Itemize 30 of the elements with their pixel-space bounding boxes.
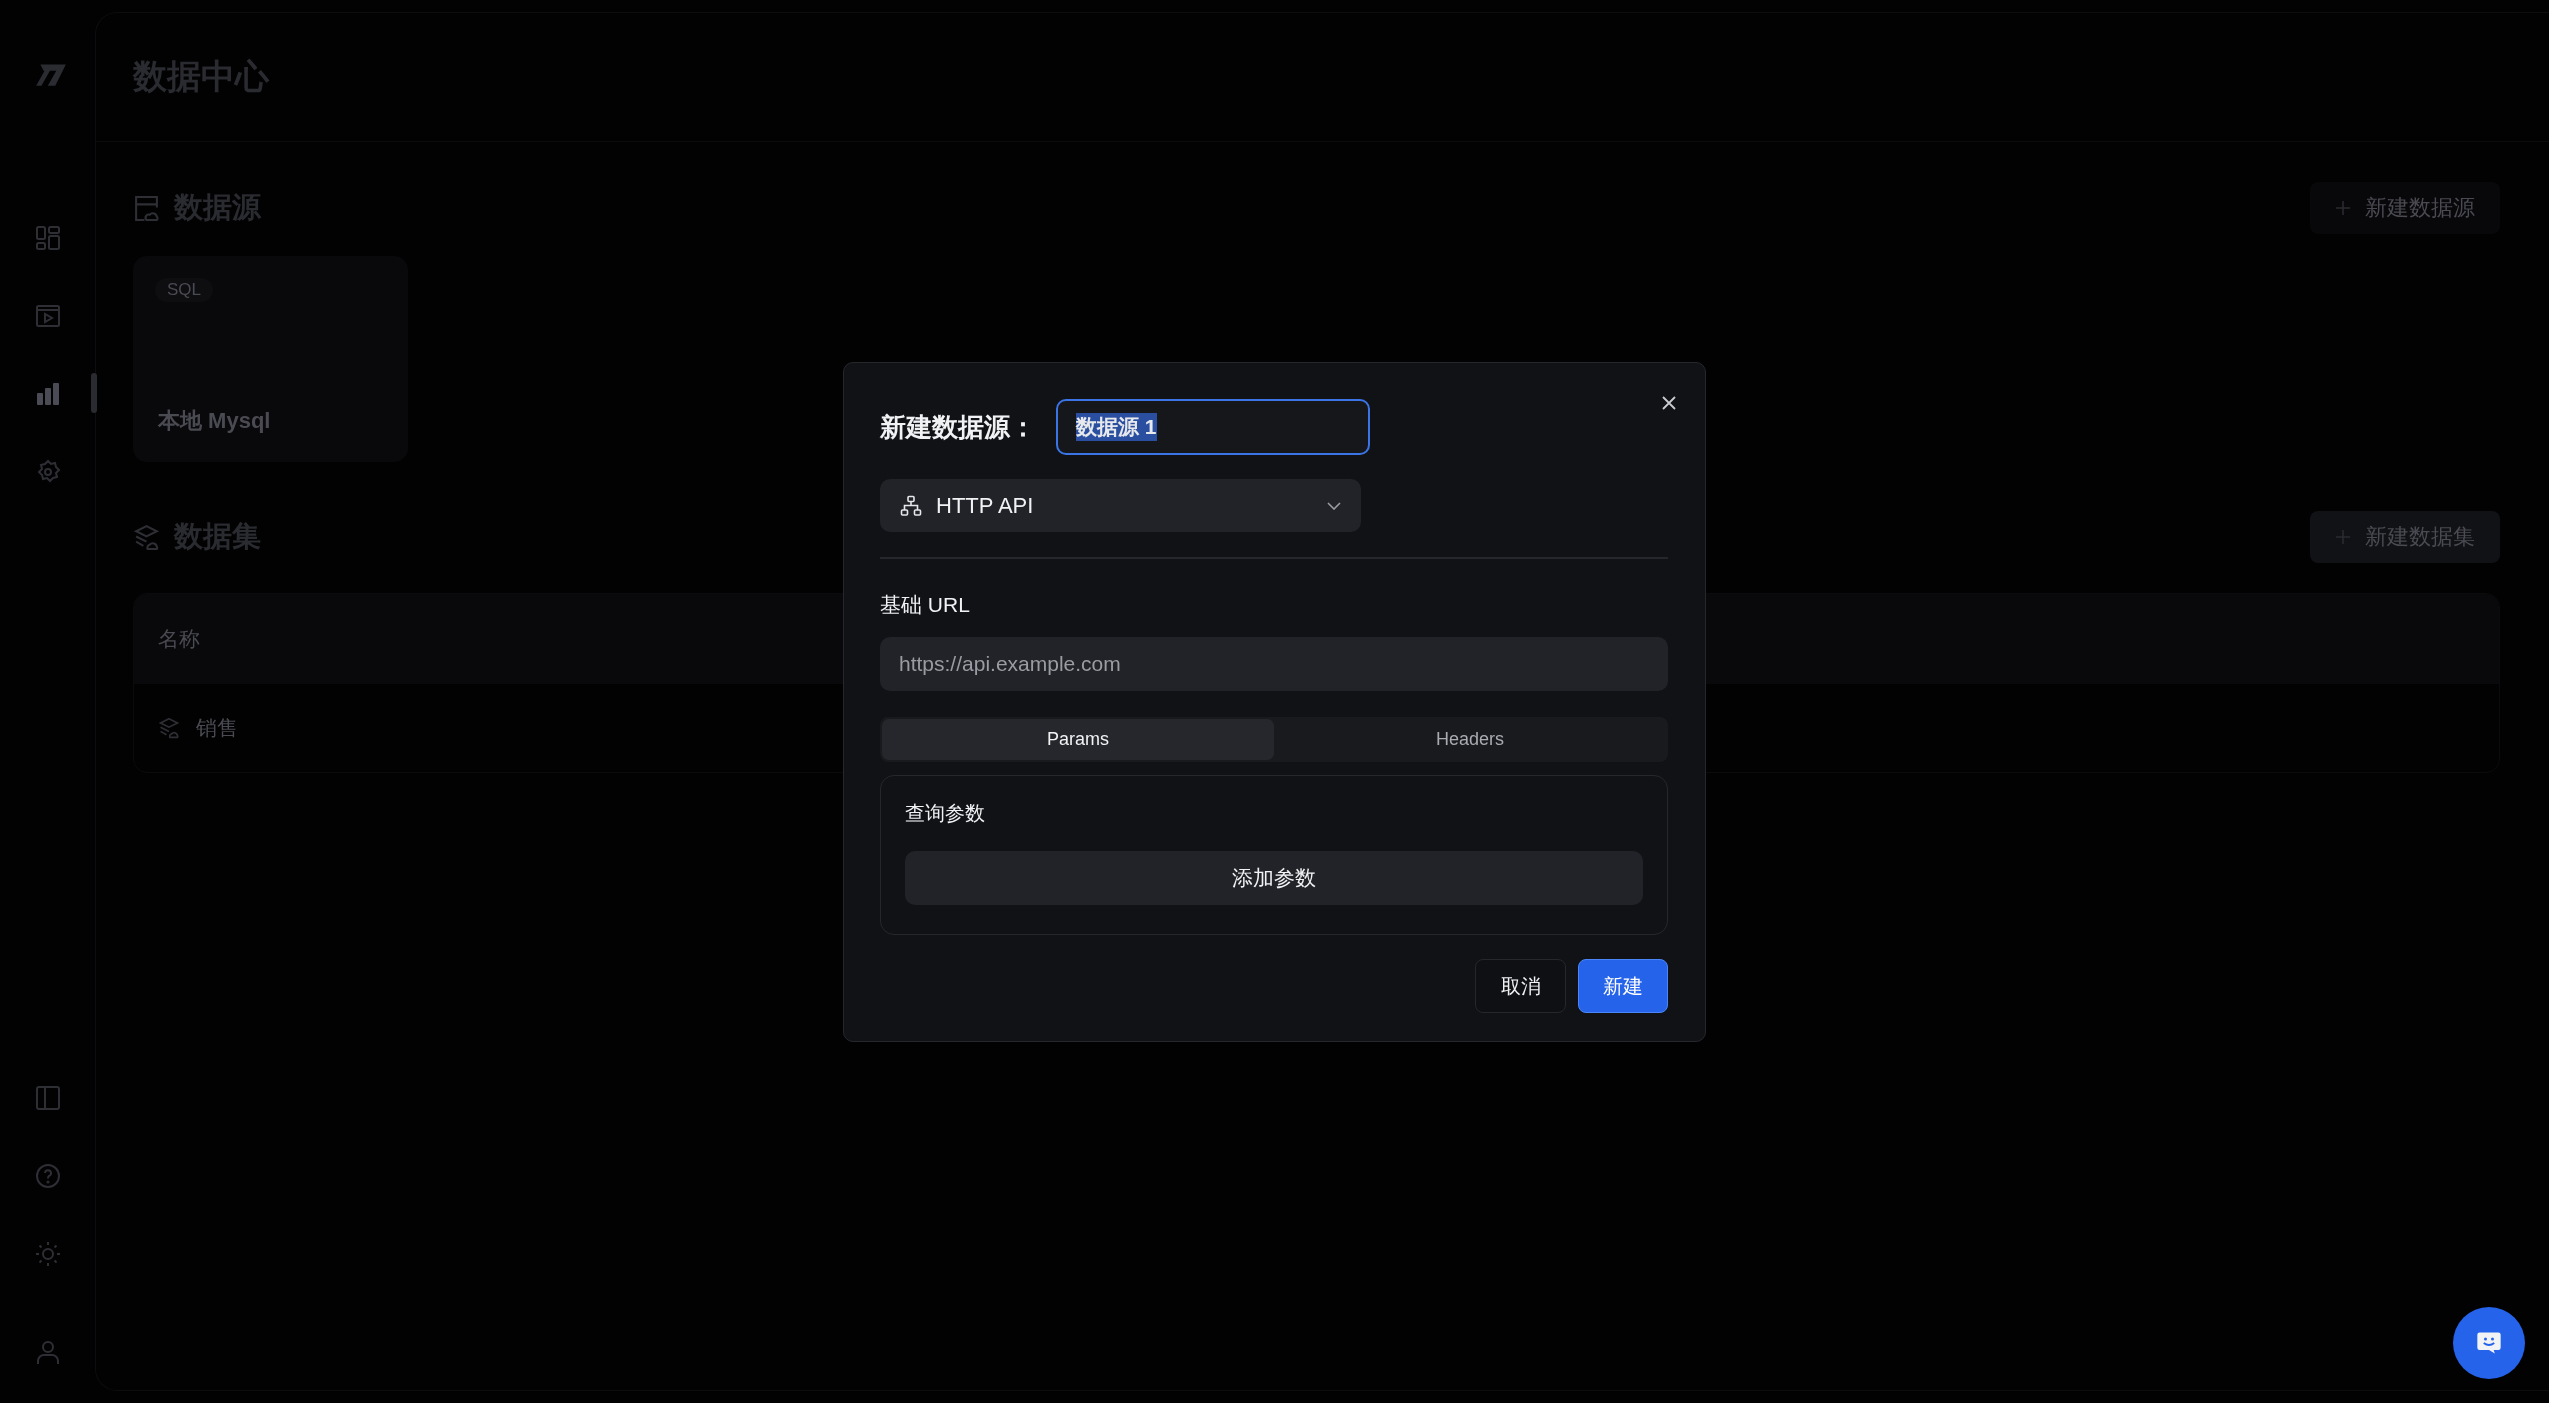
plus-icon xyxy=(2335,529,2351,545)
help-icon[interactable] xyxy=(34,1163,61,1189)
dialog-title: 新建数据源： xyxy=(880,410,1036,444)
create-button[interactable]: 新建 xyxy=(1578,959,1668,1013)
logo-icon xyxy=(33,62,68,88)
database-cloud-icon xyxy=(133,194,160,222)
tab[interactable]: Params xyxy=(882,719,1274,760)
video-icon[interactable] xyxy=(34,303,61,329)
cancel-button[interactable]: 取消 xyxy=(1475,959,1566,1013)
sun-icon[interactable] xyxy=(34,1241,61,1267)
network-icon xyxy=(900,494,922,517)
name-input[interactable]: 数据源 1 xyxy=(1056,399,1370,455)
sidebar-toggle-icon[interactable] xyxy=(34,1085,61,1111)
plus-icon xyxy=(2335,200,2351,216)
panel-title: 查询参数 xyxy=(905,801,986,826)
column-header: 名称 xyxy=(158,626,200,652)
url-input[interactable]: https://api.example.com xyxy=(880,637,1668,691)
table-cell-text: 销售 xyxy=(196,715,238,741)
tab[interactable]: Headers xyxy=(1274,719,1666,760)
dashboard-icon[interactable] xyxy=(34,225,61,251)
layers-icon xyxy=(133,523,160,551)
user-icon[interactable] xyxy=(34,1339,61,1365)
type-select[interactable]: HTTP API xyxy=(880,479,1361,532)
layers-icon xyxy=(158,717,180,739)
add-param-button[interactable]: 添加参数 xyxy=(905,851,1643,905)
field-label: 基础 URL xyxy=(880,592,971,618)
type-tag: SQL xyxy=(155,278,214,302)
chevron-down-icon xyxy=(1327,501,1341,510)
bar-chart-icon[interactable] xyxy=(34,381,61,407)
datasource-name: 本地 Mysql xyxy=(158,407,271,435)
